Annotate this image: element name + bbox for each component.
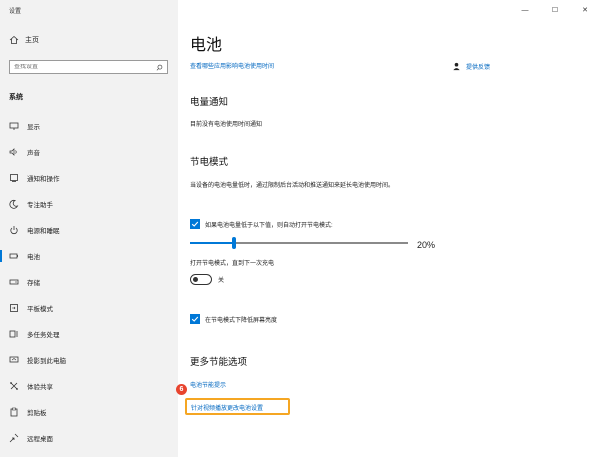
window-controls: — ☐ ✕ [510, 3, 600, 17]
sidebar-item-label: 通知和操作 [27, 176, 60, 183]
sidebar-item-power[interactable]: 电源和睡眠 [0, 217, 178, 243]
power-icon [10, 226, 18, 235]
maximize-button[interactable]: ☐ [540, 3, 570, 17]
search-icon[interactable] [156, 64, 163, 71]
focus-assist-icon [9, 199, 19, 209]
sidebar-item-shared-experiences[interactable]: 体验共享 [0, 373, 178, 399]
notification-icon [10, 174, 18, 182]
sidebar: 设置 主页 系统 显示 声音 通知和操作 专注助手 电源和睡眠 [0, 0, 178, 457]
brightness-checkbox[interactable] [190, 314, 200, 324]
project-icon [9, 356, 19, 363]
feedback-label: 提供反馈 [466, 65, 491, 71]
shared-experience-icon [10, 382, 18, 390]
sidebar-item-label: 存储 [27, 280, 40, 287]
minimize-button[interactable]: — [510, 3, 540, 17]
sidebar-item-notifications[interactable]: 通知和操作 [0, 165, 178, 191]
video-playback-link[interactable]: 针对视频播放更改电池设置 [185, 398, 290, 415]
notification-text: 目前没有电池使用时间通知 [190, 122, 263, 128]
more-options-heading: 更多节能选项 [190, 357, 248, 368]
remote-desktop-icon [9, 433, 19, 443]
battery-icon [9, 253, 18, 259]
sidebar-item-battery[interactable]: 电池 [0, 243, 178, 269]
sidebar-item-label: 多任务处理 [27, 332, 60, 339]
tablet-icon [10, 304, 18, 312]
sidebar-item-label: 专注助手 [27, 202, 53, 209]
sound-icon [9, 148, 17, 156]
auto-saver-label: 如果电池电量低于以下值，则自动打开节电模式: [205, 222, 333, 229]
sidebar-item-label: 体验共享 [27, 384, 53, 391]
window-title: 设置 [9, 9, 22, 15]
threshold-value: 20% [417, 240, 436, 250]
app-battery-usage-link[interactable]: 查看哪些应用影响电池使用时间 [190, 61, 274, 70]
sidebar-item-projecting[interactable]: 投影到此电脑 [0, 347, 178, 373]
saver-heading: 节电模式 [190, 157, 229, 168]
home-icon [9, 35, 19, 44]
sidebar-item-label: 显示 [27, 124, 40, 131]
sidebar-item-label: 投影到此电脑 [27, 358, 66, 365]
search-input[interactable] [14, 64, 156, 70]
saver-description: 当设备的电池电量低时，通过限制后台活动和推送通知来延长电池使用时间。 [190, 183, 395, 189]
home-link[interactable]: 主页 [9, 35, 39, 45]
storage-icon [9, 279, 19, 285]
saver-toggle-row[interactable]: 关 [190, 274, 224, 285]
sidebar-nav: 显示 声音 通知和操作 专注助手 电源和睡眠 电池 存储 平板模式 多任务处理 … [0, 113, 178, 451]
auto-saver-checkbox-row[interactable]: 如果电池电量低于以下值，则自动打开节电模式: [190, 219, 333, 229]
slider-thumb[interactable] [231, 237, 236, 249]
section-title: 系统 [9, 94, 23, 101]
home-label: 主页 [25, 37, 39, 44]
checkmark-icon [191, 316, 199, 322]
feedback-icon [453, 62, 460, 71]
sidebar-item-remote-desktop[interactable]: 远程桌面 [0, 425, 178, 451]
sidebar-item-tablet-mode[interactable]: 平板模式 [0, 295, 178, 321]
sidebar-item-label: 电池 [27, 254, 40, 261]
toggle-caption: 打开节电模式，直到下一次充电 [190, 261, 275, 267]
sidebar-item-storage[interactable]: 存储 [0, 269, 178, 295]
sidebar-item-display[interactable]: 显示 [0, 113, 178, 139]
toggle-knob [193, 276, 198, 282]
threshold-slider[interactable] [190, 237, 408, 249]
auto-saver-checkbox[interactable] [190, 219, 200, 229]
battery-tips-link[interactable]: 电池节能提示 [190, 380, 226, 389]
multitask-icon [9, 330, 18, 338]
step-badge: 6 [176, 384, 187, 395]
clipboard-icon [10, 407, 18, 417]
sidebar-item-label: 平板模式 [27, 306, 53, 313]
brightness-label: 在节电模式下降低屏幕亮度 [205, 317, 278, 324]
saver-toggle[interactable] [190, 274, 212, 285]
feedback-link[interactable]: 提供反馈 [452, 62, 490, 71]
sidebar-item-label: 剪贴板 [27, 410, 47, 417]
notification-heading: 电量通知 [190, 97, 229, 108]
search-box[interactable] [9, 60, 168, 74]
sidebar-item-label: 电源和睡眠 [27, 228, 60, 235]
sidebar-item-label: 声音 [27, 150, 40, 157]
checkmark-icon [191, 221, 199, 227]
sidebar-item-label: 远程桌面 [27, 436, 53, 443]
display-icon [9, 122, 19, 130]
sidebar-item-clipboard[interactable]: 剪贴板 [0, 399, 178, 425]
close-button[interactable]: ✕ [570, 3, 600, 17]
page-title: 电池 [190, 37, 223, 54]
sidebar-item-sound[interactable]: 声音 [0, 139, 178, 165]
sidebar-item-focus-assist[interactable]: 专注助手 [0, 191, 178, 217]
toggle-state: 关 [218, 278, 225, 284]
slider-fill [190, 242, 234, 244]
brightness-checkbox-row[interactable]: 在节电模式下降低屏幕亮度 [190, 314, 277, 324]
sidebar-item-multitasking[interactable]: 多任务处理 [0, 321, 178, 347]
